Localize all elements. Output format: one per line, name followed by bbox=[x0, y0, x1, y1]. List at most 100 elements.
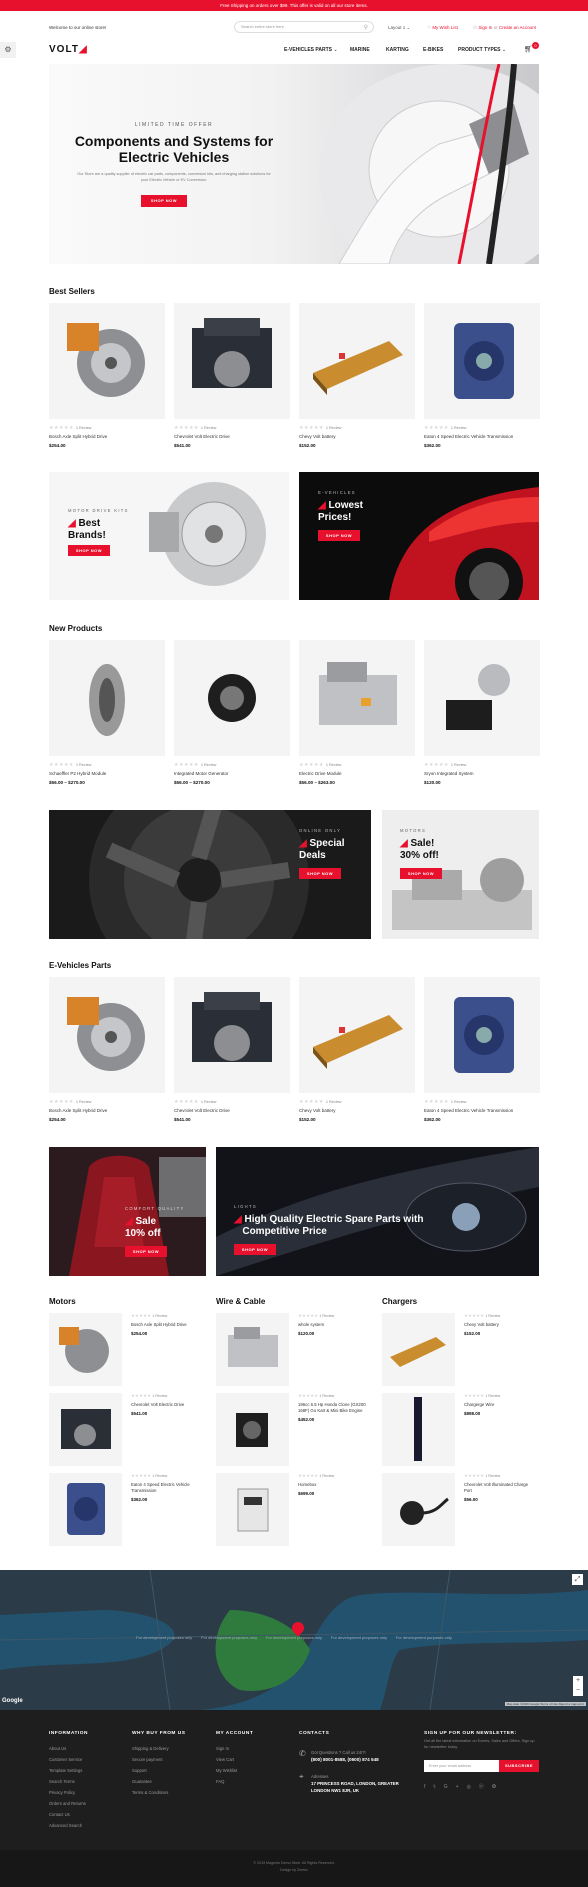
list-item[interactable]: ★★★★★ 1 Review Chargerge Wire $898.00 bbox=[382, 1393, 532, 1466]
product-image[interactable] bbox=[299, 640, 415, 756]
list-item[interactable]: ★★★★★ 1 Review Bosch Axle Split Hybrid Dr… bbox=[49, 1313, 199, 1386]
product-image[interactable] bbox=[174, 303, 290, 419]
promo-shop-now-button[interactable]: SHOP NOW bbox=[400, 868, 442, 879]
product-name[interactable]: Chevy Volt battery bbox=[299, 434, 415, 439]
nav-item-product-types[interactable]: PRODUCT TYPES ⌄ bbox=[458, 47, 506, 53]
subscribe-button[interactable]: SUBSCRIBE bbox=[499, 1760, 539, 1772]
nav-item-karting[interactable]: KARTING bbox=[386, 47, 409, 53]
instagram-icon[interactable]: ◎ bbox=[467, 1784, 479, 1790]
product-image[interactable] bbox=[174, 977, 290, 1093]
review-count[interactable]: 1 Review bbox=[485, 1474, 500, 1478]
review-count[interactable]: 1 Review bbox=[485, 1314, 500, 1318]
product-card[interactable]: ★★★★★ 1 Review Integrated Motor Generator… bbox=[174, 640, 290, 785]
review-count[interactable]: 1 Review bbox=[485, 1394, 500, 1398]
product-name[interactable]: Chevrolet Volt Electric Drive bbox=[131, 1402, 199, 1408]
product-name[interactable]: Eaton 4 Speed Electric Vehicle Transmiss… bbox=[131, 1482, 199, 1494]
footer-link[interactable]: Advanced Search bbox=[49, 1820, 86, 1831]
review-count[interactable]: 1 Review bbox=[76, 426, 92, 430]
nav-item-e-vehicles[interactable]: E-VEHICLES PARTS ⌄ bbox=[284, 47, 338, 53]
list-item[interactable]: ★★★★★ 1 Review Chevrolet Volt Illuminated… bbox=[382, 1473, 532, 1546]
product-image[interactable] bbox=[49, 303, 165, 419]
product-name[interactable]: Schaeffler P2 Hybrid Module bbox=[49, 771, 165, 776]
product-card[interactable]: ★★★★★ 1 Review Schaeffler P2 Hybrid Modul… bbox=[49, 640, 165, 785]
create-account-link[interactable]: Create an Account bbox=[499, 25, 536, 30]
list-item[interactable]: ★★★★★ 1 Review whole system $120.00 bbox=[216, 1313, 366, 1386]
hero-banner[interactable]: LIMITED TIME OFFER Components and System… bbox=[49, 64, 539, 264]
review-count[interactable]: 1 Review bbox=[319, 1314, 334, 1318]
footer-link[interactable]: View Cart bbox=[216, 1754, 237, 1765]
signin-link[interactable]: Sign In bbox=[478, 25, 492, 30]
product-name[interactable]: Sryon Integrated System bbox=[424, 771, 540, 776]
fullscreen-icon[interactable]: ⤢ bbox=[572, 1574, 583, 1585]
product-name[interactable]: Homebox bbox=[298, 1482, 366, 1488]
store-map[interactable]: For development purposes only For develo… bbox=[0, 1570, 588, 1710]
product-image[interactable] bbox=[424, 303, 540, 419]
product-name[interactable]: Integrated Motor Generator bbox=[174, 771, 290, 776]
facebook-icon[interactable]: f bbox=[424, 1784, 433, 1790]
map-zoom-controls[interactable]: + − bbox=[573, 1676, 583, 1696]
list-item-image[interactable] bbox=[49, 1313, 122, 1386]
product-image[interactable] bbox=[299, 303, 415, 419]
footer-link[interactable]: My Wishlist bbox=[216, 1765, 237, 1776]
product-card[interactable]: ★★★★★ 1 Review Eaton 4 Speed Electric Veh… bbox=[424, 977, 540, 1122]
product-name[interactable]: Chevrolet Volt Illuminated Charge Port bbox=[464, 1482, 532, 1494]
product-name[interactable]: Bosch Axle Split Hybrid Drive bbox=[49, 434, 165, 439]
footer-link[interactable]: FAQ bbox=[216, 1776, 237, 1787]
product-image[interactable] bbox=[424, 977, 540, 1093]
promo-lights[interactable]: LIGHTS ◢ High Quality Electric Spare Par… bbox=[216, 1147, 539, 1276]
pinterest-icon[interactable]: ⓟ bbox=[479, 1784, 492, 1790]
newsletter-email-input[interactable]: Enter your email address bbox=[424, 1760, 499, 1772]
footer-link[interactable]: Terms & Conditions bbox=[132, 1787, 169, 1798]
product-image[interactable] bbox=[49, 640, 165, 756]
contact-phone[interactable]: (800) 8001-8588, (0600) 874 548 bbox=[311, 1757, 379, 1762]
review-count[interactable]: 1 Review bbox=[451, 426, 467, 430]
footer-link[interactable]: Sign In bbox=[216, 1743, 237, 1754]
footer-link[interactable]: Secure payment bbox=[132, 1754, 169, 1765]
footer-link[interactable]: About Us bbox=[49, 1743, 86, 1754]
promo-comfort-quality[interactable]: COMFORT QUALITY ◢ Sale 10% off SHOP NOW bbox=[49, 1147, 206, 1276]
wishlist-link[interactable]: ♡ My Wish List bbox=[427, 25, 458, 31]
review-count[interactable]: 1 Review bbox=[76, 1100, 92, 1104]
promo-special-deals[interactable]: ONLINE ONLY ◢ Special Deals SHOP NOW bbox=[49, 810, 371, 939]
product-name[interactable]: 196cc 6.5 Hp Honda Clone (GX200 168F) Go… bbox=[298, 1402, 366, 1414]
layout-select[interactable]: Layout 1 ⌄ bbox=[388, 25, 410, 31]
footer-link[interactable]: Search Terms bbox=[49, 1776, 86, 1787]
logo[interactable]: VOLT◢ bbox=[49, 44, 88, 55]
zoom-out-icon[interactable]: − bbox=[573, 1686, 583, 1696]
product-image[interactable] bbox=[424, 640, 540, 756]
product-card[interactable]: ★★★★★ 1 Review Chevy Volt battery $152.00 bbox=[299, 977, 415, 1122]
dribbble-icon[interactable]: ❂ bbox=[492, 1784, 504, 1790]
review-count[interactable]: 1 Review bbox=[326, 763, 342, 767]
product-name[interactable]: Eaton 4 Speed Electric Vehicle Transmiss… bbox=[424, 434, 540, 439]
review-count[interactable]: 1 Review bbox=[319, 1474, 334, 1478]
product-name[interactable]: Chevrolet Volt Electric Drive bbox=[174, 434, 290, 439]
promo-shop-now-button[interactable]: SHOP NOW bbox=[68, 545, 110, 556]
review-count[interactable]: 1 Review bbox=[201, 763, 217, 767]
review-count[interactable]: 1 Review bbox=[152, 1394, 167, 1398]
twitter-icon[interactable]: 𝕥 bbox=[433, 1784, 443, 1790]
review-count[interactable]: 1 Review bbox=[201, 426, 217, 430]
product-card[interactable]: ★★★★★ 1 Review Eaton 4 Speed Electric Veh… bbox=[424, 303, 540, 448]
promo-lowest-prices[interactable]: E-VEHICLES ◢ Lowest Prices! SHOP NOW bbox=[299, 472, 539, 600]
footer-link[interactable]: Guarantee bbox=[132, 1776, 169, 1787]
product-card[interactable]: ★★★★★ 1 Review Chevrolet Volt Electric Dr… bbox=[174, 303, 290, 448]
product-card[interactable]: ★★★★★ 1 Review Bosch Axle Split Hybrid Dr… bbox=[49, 303, 165, 448]
map-terms[interactable]: Map data ©2019 Google Terms of Use Repor… bbox=[504, 1702, 586, 1706]
list-item-image[interactable] bbox=[216, 1313, 289, 1386]
list-item-image[interactable] bbox=[49, 1393, 122, 1466]
product-name[interactable]: Chevy Volt battery bbox=[299, 1108, 415, 1113]
review-count[interactable]: 1 Review bbox=[451, 1100, 467, 1104]
list-item[interactable]: ★★★★★ 1 Review Chevy Volt battery $152.00 bbox=[382, 1313, 532, 1386]
review-count[interactable]: 1 Review bbox=[326, 1100, 342, 1104]
product-card[interactable]: ★★★★★ 1 Review Sryon Integrated System $12… bbox=[424, 640, 540, 785]
review-count[interactable]: 1 Review bbox=[451, 763, 467, 767]
list-item[interactable]: ★★★★★ 1 Review Chevrolet Volt Electric Dr… bbox=[49, 1393, 199, 1466]
nav-item-marine[interactable]: MARINE bbox=[350, 47, 370, 53]
product-name[interactable]: Electric Drive Module bbox=[299, 771, 415, 776]
product-image[interactable] bbox=[299, 977, 415, 1093]
product-name[interactable]: Chargerge Wire bbox=[464, 1402, 532, 1408]
product-card[interactable]: ★★★★★ 1 Review Chevy Volt battery $152.00 bbox=[299, 303, 415, 448]
design-credit[interactable]: Design by Zemez bbox=[0, 1868, 588, 1872]
footer-link[interactable]: Orders and Returns bbox=[49, 1798, 86, 1809]
review-count[interactable]: 1 Review bbox=[76, 763, 92, 767]
